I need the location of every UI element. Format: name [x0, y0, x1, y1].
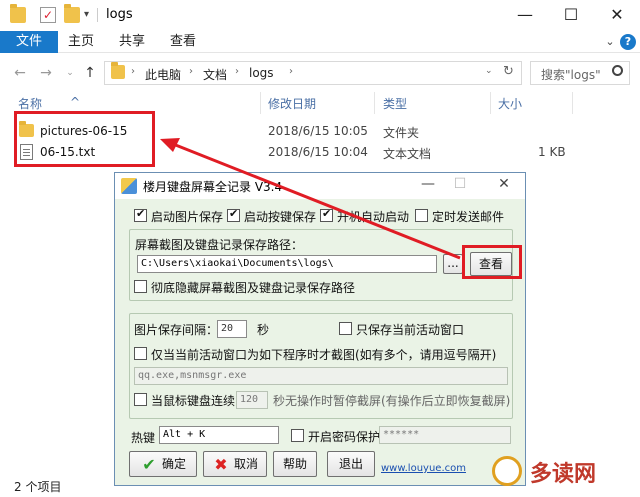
annotation-arrow [160, 138, 461, 260]
watermark-logo-icon [492, 456, 522, 486]
arrow-line [167, 140, 461, 260]
watermark-text: 多读网 [530, 462, 597, 487]
